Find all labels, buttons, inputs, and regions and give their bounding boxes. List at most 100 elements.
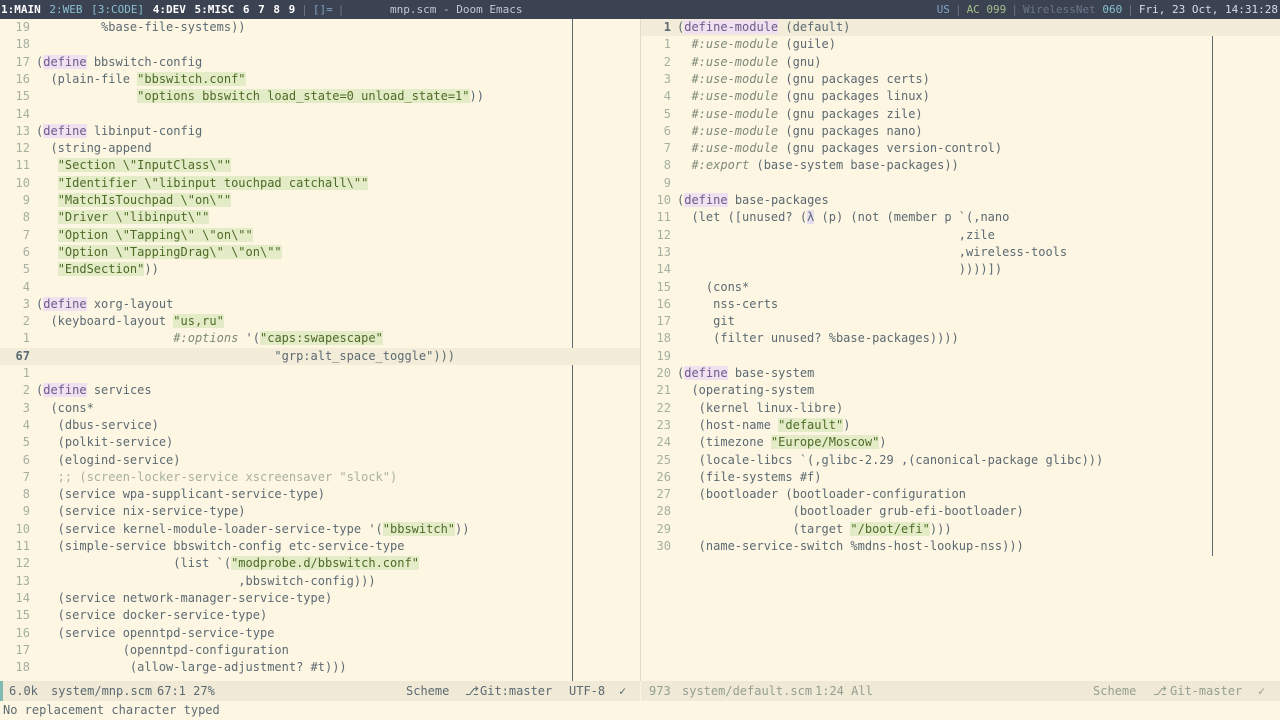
code-line[interactable]: 21 (operating-system [641, 382, 1280, 399]
code-line[interactable]: 30 (name-service-switch %mdns-host-looku… [641, 538, 1280, 555]
code-line[interactable]: 28 (bootloader grub-efi-bootloader) [641, 503, 1280, 520]
code-line[interactable]: 22 (kernel linux-libre) [641, 400, 1280, 417]
code-line[interactable]: 7 "Option \"Tapping\" \"on\"" [0, 227, 640, 244]
workspace-8[interactable]: 8 [272, 0, 281, 19]
line-number: 1 [663, 37, 671, 52]
code-line[interactable]: 17 git [641, 313, 1280, 330]
code-line[interactable]: 24 (timezone "Europe/Moscow") [641, 434, 1280, 451]
major-mode[interactable]: Scheme [406, 681, 449, 701]
code-line[interactable]: 15 "options bbswitch load_state=0 unload… [0, 88, 640, 105]
code-line[interactable]: 12 (string-append [0, 140, 640, 157]
code-line[interactable]: 5 (polkit-service) [0, 434, 640, 451]
code-line[interactable]: 11 (simple-service bbswitch-config etc-s… [0, 538, 640, 555]
current-line[interactable]: 67 "grp:alt_space_toggle"))) [0, 347, 640, 365]
workspace-7[interactable]: 7 [257, 0, 266, 19]
code-line[interactable]: 4 (dbus-service) [0, 417, 640, 434]
code-line[interactable]: 7 #:use-module (gnu packages version-con… [641, 140, 1280, 157]
code-line[interactable]: 18 [0, 36, 640, 53]
code-line[interactable]: 23 (host-name "default") [641, 417, 1280, 434]
code-line[interactable]: 27 (bootloader (bootloader-configuration [641, 486, 1280, 503]
workspace-5[interactable]: 5:MISC [193, 0, 235, 19]
code-line[interactable]: 14 [0, 106, 640, 123]
code-line[interactable]: 18 (allow-large-adjustment? #t))) [0, 659, 640, 676]
code-line[interactable]: 13 (define libinput-config [0, 123, 640, 140]
code-token: (string-append [36, 141, 152, 156]
code-line[interactable]: 9 (service nix-service-type) [0, 503, 640, 520]
buffer-file-name[interactable]: system/default.scm [682, 681, 812, 701]
code-token: "modprobe.d/bbswitch.conf" [231, 556, 419, 571]
code-line[interactable]: 14 ))))]) [641, 261, 1280, 278]
code-line[interactable]: 3 (define xorg-layout [0, 296, 640, 313]
code-line[interactable]: 20 (define base-system [641, 365, 1280, 382]
code-line[interactable]: 7 ;; (screen-locker-service xscreensaver… [0, 469, 640, 486]
code-line[interactable]: 26 (file-systems #f) [641, 469, 1280, 486]
code-line[interactable]: 5 #:use-module (gnu packages zile) [641, 106, 1280, 123]
code-line[interactable]: 4 [0, 279, 640, 296]
workspace-3[interactable]: [3:CODE] [90, 0, 145, 19]
code-line[interactable]: 6 (elogind-service) [0, 452, 640, 469]
code-line[interactable]: 3 #:use-module (gnu packages certs) [641, 71, 1280, 88]
code-line[interactable]: 17 (define bbswitch-config [0, 54, 640, 71]
code-line[interactable]: 19 %base-file-systems)) [0, 19, 640, 36]
code-token: #:use-module [691, 141, 779, 156]
code-line[interactable]: 16 (plain-file "bbswitch.conf" [0, 71, 640, 88]
code-token: #:use-module [691, 123, 779, 138]
line-number: 3 [22, 400, 30, 415]
code-line[interactable]: 5 "EndSection")) [0, 261, 640, 278]
code-line[interactable]: 6 "Option \"TappingDrag\" \"on\"" [0, 244, 640, 261]
code-line[interactable]: 10 (define base-packages [641, 192, 1280, 209]
code-line[interactable]: 16 nss-certs [641, 296, 1280, 313]
editor-pane-left[interactable]: 19 %base-file-systems)) 18 17 (define bbswi… [0, 19, 640, 681]
code-line[interactable]: 11 (let ([unused? (λ (p) (not (member p … [641, 209, 1280, 226]
workspace-4[interactable]: 4:DEV [152, 0, 187, 19]
code-line[interactable]: 6 #:use-module (gnu packages nano) [641, 123, 1280, 140]
code-line[interactable]: 12 ,zile [641, 227, 1280, 244]
code-line[interactable]: 1 #:options '("caps:swapescape" [0, 330, 640, 347]
code-line[interactable]: 2 (define services [0, 382, 640, 399]
code-line[interactable]: 12 (list `("modprobe.d/bbswitch.conf" [0, 555, 640, 572]
vcs-branch[interactable]: Git-master [1170, 681, 1242, 701]
code-line[interactable]: 10 (service kernel-module-loader-service… [0, 521, 640, 538]
code-line[interactable]: 11 "Section \"InputClass\"" [0, 157, 640, 174]
code-line[interactable]: 8 "Driver \"libinput\"" [0, 209, 640, 226]
code-line[interactable]: 4 #:use-module (gnu packages linux) [641, 88, 1280, 105]
line-number: 67 [15, 348, 30, 363]
vcs-branch[interactable]: Git:master [480, 681, 552, 701]
workspace-2[interactable]: 2:WEB [48, 0, 83, 19]
code-line[interactable]: 29 (target "/boot/efi"))) [641, 521, 1280, 538]
code-line[interactable]: 18 (filter unused? %base-packages)))) [641, 330, 1280, 347]
code-line[interactable]: 1 [0, 365, 640, 382]
code-token: services [86, 383, 152, 398]
workspace-9[interactable]: 9 [288, 0, 297, 19]
line-number: 7 [663, 141, 671, 156]
code-line[interactable]: 17 (openntpd-configuration [0, 642, 640, 659]
code-line[interactable]: 3 (cons* [0, 400, 640, 417]
code-line[interactable]: 2 #:use-module (gnu) [641, 54, 1280, 71]
code-line[interactable]: 9 "MatchIsTouchpad \"on\"" [0, 192, 640, 209]
code-line[interactable]: 13 ,bbswitch-config))) [0, 573, 640, 590]
workspace-1[interactable]: 1:MAIN [0, 0, 42, 19]
code-line[interactable]: 25 (locale-libcs `(,glibc-2.29 ,(canonic… [641, 452, 1280, 469]
code-line[interactable]: 19 [641, 348, 1280, 365]
code-line[interactable]: 15 (cons* [641, 279, 1280, 296]
layout-indicator[interactable]: []= [313, 3, 333, 16]
code-line[interactable]: 10 "Identifier \"libinput touchpad catch… [0, 175, 640, 192]
code-line[interactable]: 2 (keyboard-layout "us,ru" [0, 313, 640, 330]
major-mode[interactable]: Scheme [1093, 681, 1136, 701]
line-number: 8 [663, 158, 671, 173]
workspace-6[interactable]: 6 [242, 0, 251, 19]
code-line[interactable]: 1 #:use-module (guile) [641, 36, 1280, 53]
encoding[interactable]: UTF-8 [569, 681, 605, 701]
code-line[interactable]: 13 ,wireless-tools [641, 244, 1280, 261]
code-line[interactable]: 8 #:export (base-system base-packages)) [641, 157, 1280, 174]
current-line[interactable]: 1 (define-module (default) [641, 19, 1280, 37]
code-line[interactable]: 15 (service docker-service-type) [0, 607, 640, 624]
code-line[interactable]: 8 (service wpa-supplicant-service-type) [0, 486, 640, 503]
code-line[interactable]: 9 [641, 175, 1280, 192]
code-line[interactable]: 14 (service network-manager-service-type… [0, 590, 640, 607]
buffer-file-name[interactable]: system/mnp.scm [51, 681, 152, 701]
editor-pane-right[interactable]: 1 (define-module (default) 1 #:use-module … [641, 19, 1280, 681]
code-line[interactable]: 16 (service openntpd-service-type [0, 625, 640, 642]
